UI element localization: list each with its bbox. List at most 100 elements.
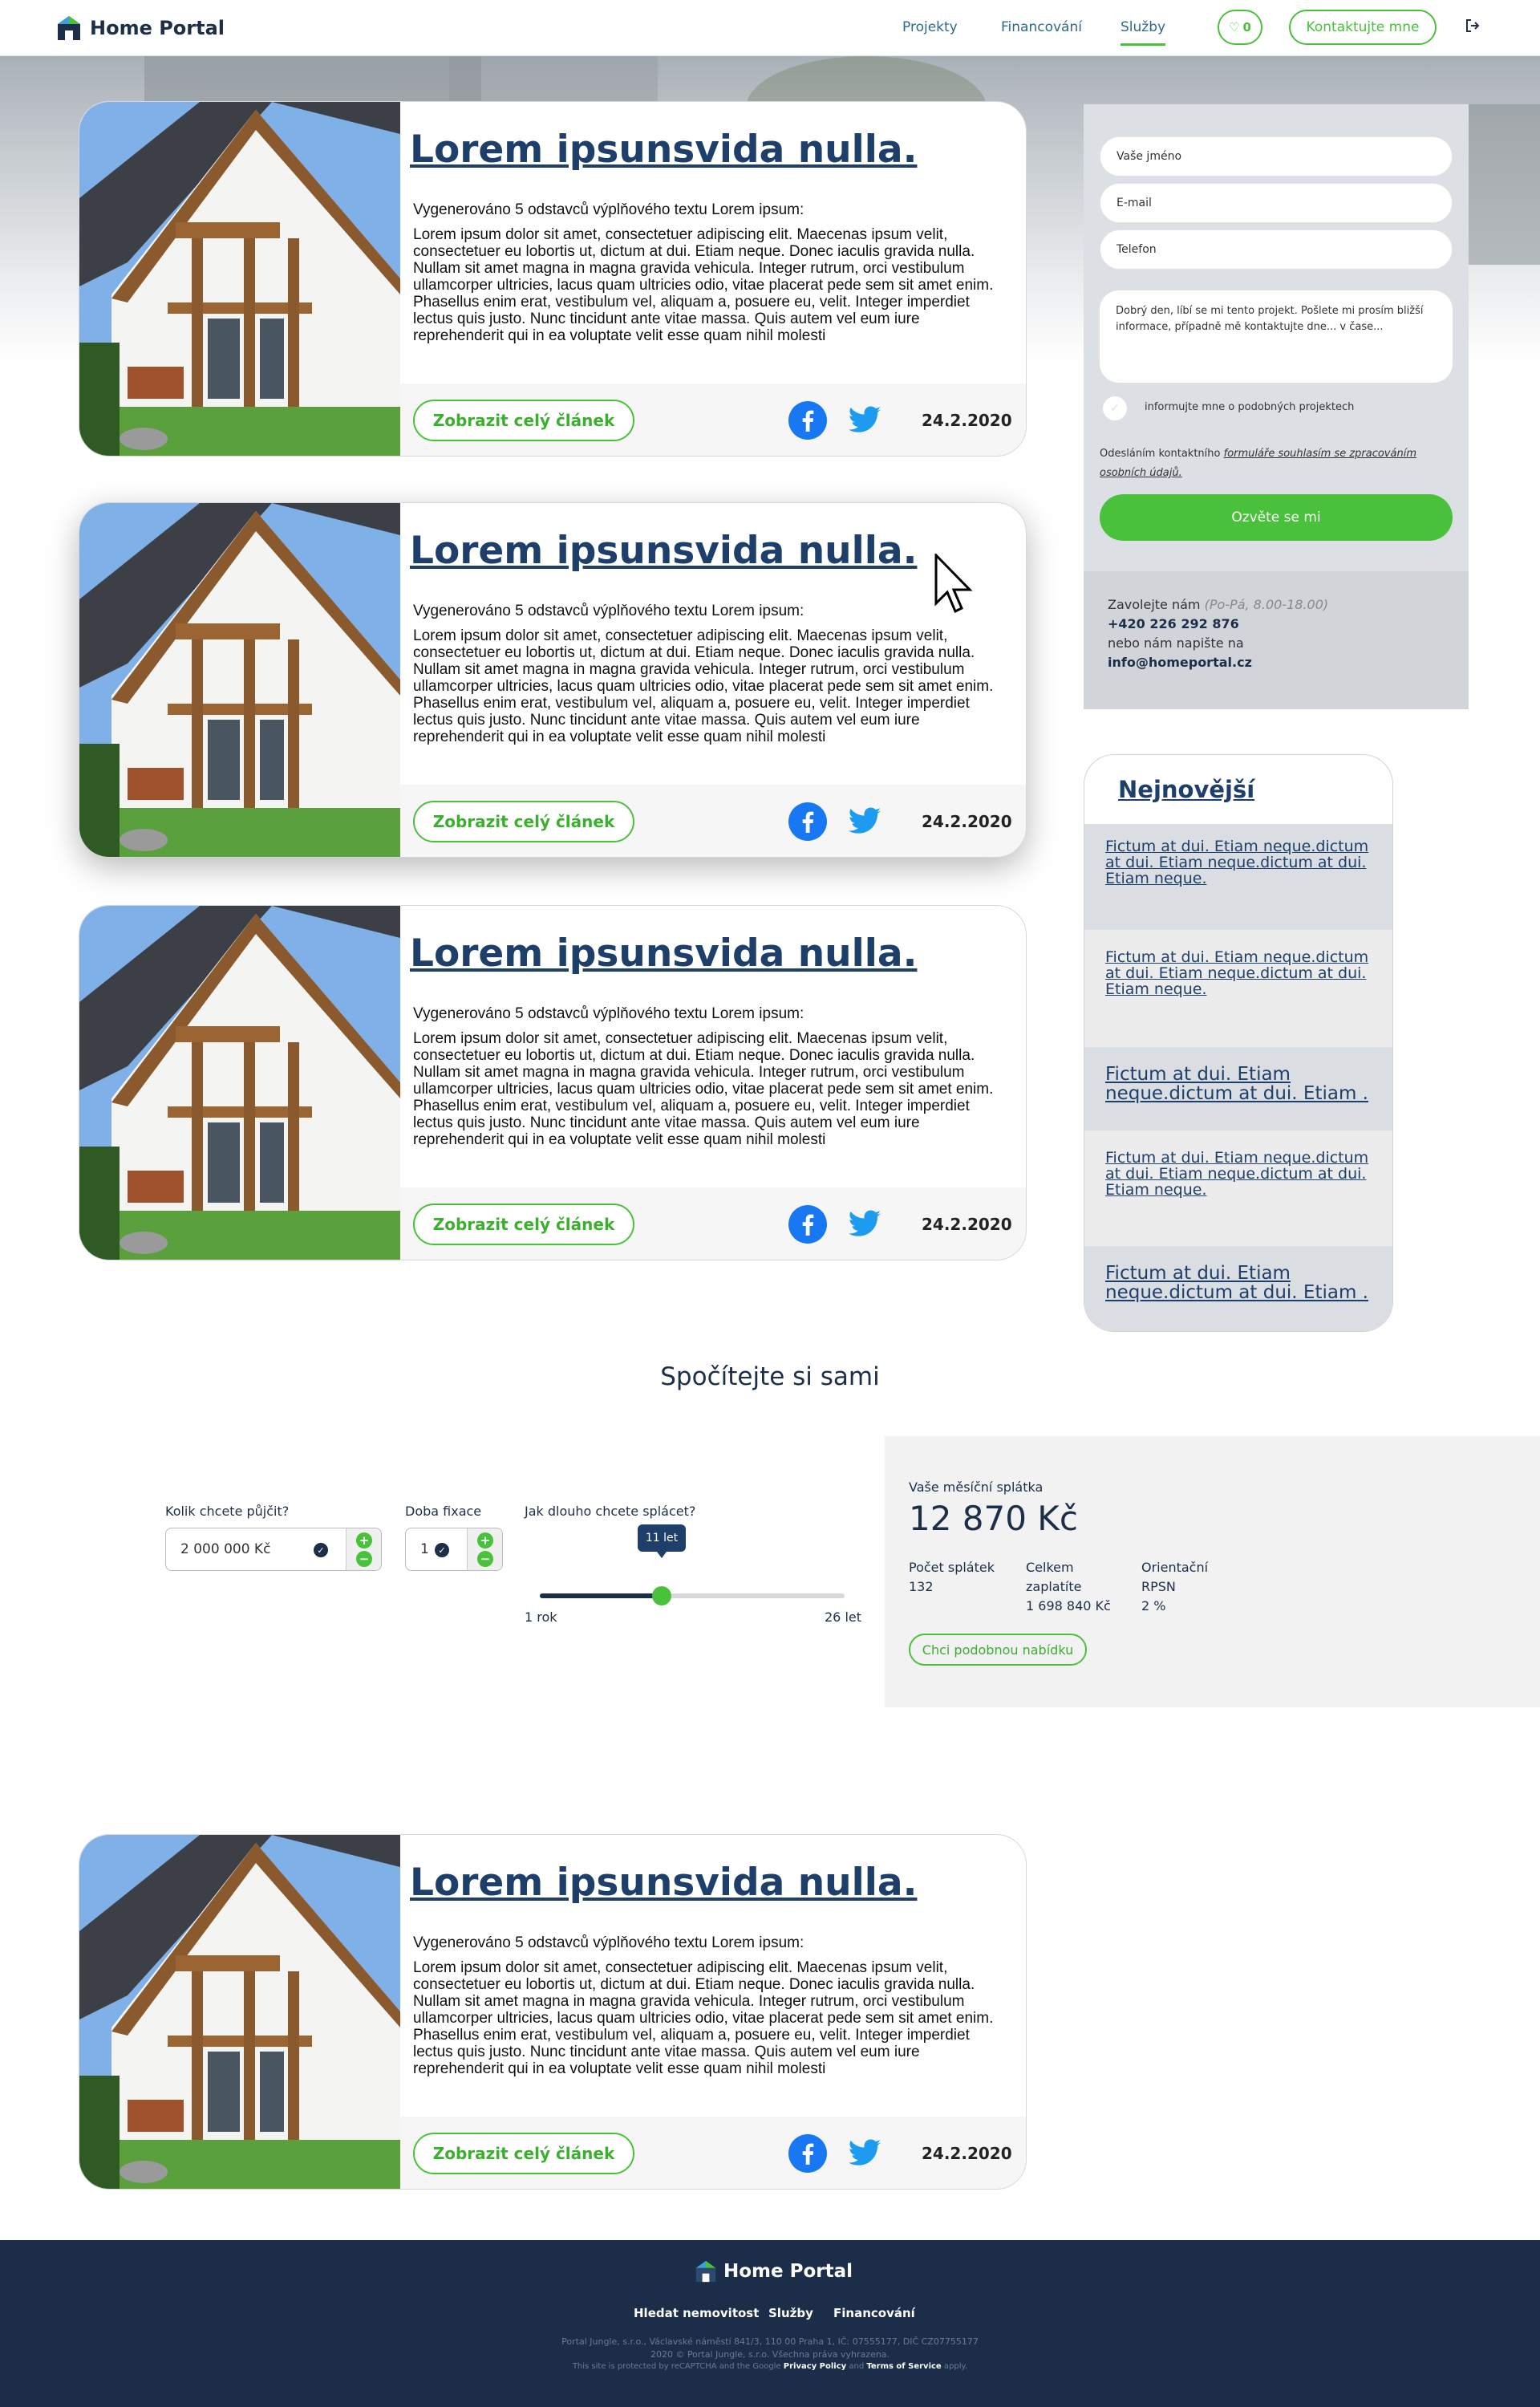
article-footer: Zobrazit celý článek 24.2.2020 — [400, 1187, 1026, 1260]
favorites-button[interactable]: ♡ 0 — [1218, 10, 1262, 45]
article-image[interactable] — [79, 503, 400, 857]
footer-logo-text: Home Portal — [723, 2261, 853, 2282]
article-body: Lorem ipsunsvida nulla. Vygenerováno 5 o… — [400, 1835, 1026, 2189]
newest-item[interactable]: Fictum at dui. Etiam neque.dictum at dui… — [1084, 930, 1392, 1047]
footer-copyright: 2020 © Portal Jungle, s.r.o. Všechna prá… — [650, 2349, 890, 2360]
nav-projekty[interactable]: Projekty — [902, 19, 958, 35]
facebook-icon[interactable] — [788, 802, 827, 841]
plus-icon[interactable]: + — [356, 1532, 372, 1549]
article-title[interactable]: Lorem ipsunsvida nulla. — [410, 932, 917, 976]
terms-link[interactable]: Terms of Service — [866, 2362, 941, 2371]
minus-icon[interactable]: − — [477, 1551, 493, 1567]
footer-logo[interactable]: Home Portal — [695, 2259, 853, 2283]
email-address[interactable]: info@homeportal.cz — [1108, 655, 1252, 670]
count-value: 132 — [909, 1579, 934, 1594]
article-title[interactable]: Lorem ipsunsvida nulla. — [410, 1861, 917, 1905]
submit-button[interactable]: Ozvěte se mi — [1100, 494, 1453, 541]
loan-amount-value: 2 000 000 Kč — [180, 1541, 271, 1557]
article-title[interactable]: Lorem ipsunsvida nulla. — [410, 128, 917, 172]
article-card[interactable]: Lorem ipsunsvida nulla. Vygenerováno 5 o… — [79, 905, 1027, 1260]
article-lead: Vygenerováno 5 odstavců výplňového textu… — [413, 1934, 804, 1951]
consent-prefix: Odesláním kontaktního — [1100, 448, 1221, 460]
newest-item[interactable]: Fictum at dui. Etiam neque.dictum at dui… — [1084, 824, 1392, 930]
article-card[interactable]: Lorem ipsunsvida nulla. Vygenerováno 5 o… — [79, 1834, 1027, 2190]
article-card[interactable]: Lorem ipsunsvida nulla. Vygenerováno 5 o… — [79, 502, 1027, 858]
plus-icon[interactable]: + — [477, 1532, 493, 1549]
read-article-button[interactable]: Zobrazit celý článek — [413, 801, 634, 842]
minus-icon[interactable]: − — [356, 1551, 372, 1567]
term-min: 1 rok — [525, 1609, 557, 1625]
article-image[interactable] — [79, 1835, 400, 2189]
fixation-stepper: + − — [467, 1528, 502, 1570]
article-lead: Vygenerováno 5 odstavců výplňového textu… — [413, 1005, 804, 1022]
similar-projects-checkbox[interactable]: ✓ — [1103, 396, 1127, 420]
fixation-label: Doba fixace — [405, 1504, 482, 1519]
article-lead: Vygenerováno 5 odstavců výplňového textu… — [413, 603, 804, 619]
fixation-value: 1 — [420, 1541, 429, 1557]
footer-nav-financing[interactable]: Financování — [833, 2306, 915, 2320]
article-text: Lorem ipsum dolor sit amet, consectetuer… — [413, 1030, 994, 1148]
twitter-icon[interactable] — [846, 1207, 883, 1242]
newest-item[interactable]: Fictum at dui. Etiam neque.dictum at dui… — [1084, 1047, 1392, 1130]
rpsn-value: 2 % — [1141, 1598, 1166, 1613]
footer-recaptcha: This site is protected by reCAPTCHA and … — [0, 2362, 1540, 2371]
heart-icon: ♡ — [1229, 20, 1240, 35]
check-icon: ✓ — [314, 1543, 328, 1557]
contact-me-button[interactable]: Kontaktujte mne — [1289, 10, 1437, 45]
article-date: 24.2.2020 — [922, 812, 1012, 831]
offer-button[interactable]: Chci podobnou nabídku — [909, 1634, 1087, 1666]
article-text: Lorem ipsum dolor sit amet, consectetuer… — [413, 226, 994, 344]
privacy-policy-link[interactable]: Privacy Policy — [784, 2362, 846, 2371]
article-card[interactable]: Lorem ipsunsvida nulla. Vygenerováno 5 o… — [79, 101, 1027, 457]
logo-text: Home Portal — [90, 17, 225, 39]
phone-number[interactable]: +420 226 292 876 — [1108, 616, 1239, 631]
loan-label: Kolik chcete půjčit? — [165, 1504, 290, 1519]
nav-financovani[interactable]: Financování — [1001, 19, 1082, 35]
message-field[interactable]: Dobrý den, líbí se mi tento projekt. Poš… — [1100, 290, 1453, 383]
footer-company: Portal Jungle, s.r.o., Václavské náměstí… — [561, 2336, 979, 2347]
term-label: Jak dlouho chcete splácet? — [525, 1504, 696, 1519]
newest-title: Nejnovější — [1118, 776, 1255, 803]
house-photo — [79, 906, 400, 1260]
read-article-button[interactable]: Zobrazit celý článek — [413, 400, 634, 441]
twitter-icon[interactable] — [846, 2136, 883, 2171]
twitter-icon[interactable] — [846, 804, 883, 839]
loan-amount-input[interactable]: 2 000 000 Kč ✓ + − — [165, 1528, 382, 1571]
term-slider[interactable]: 11 let — [540, 1524, 845, 1605]
house-logo-icon — [695, 2260, 716, 2283]
article-text: Lorem ipsum dolor sit amet, consectetuer… — [413, 1959, 994, 2077]
logout-icon[interactable] — [1465, 18, 1481, 34]
nav-sluzby[interactable]: Služby — [1121, 19, 1166, 46]
count-label: Počet splátek — [909, 1560, 995, 1575]
newest-item[interactable]: Fictum at dui. Etiam neque.dictum at dui… — [1084, 1246, 1392, 1331]
article-title[interactable]: Lorem ipsunsvida nulla. — [410, 529, 917, 573]
name-field[interactable]: Vaše jméno — [1100, 136, 1453, 177]
recaptcha-text: This site is protected by reCAPTCHA and … — [572, 2362, 781, 2371]
article-image[interactable] — [79, 906, 400, 1260]
mouse-cursor-icon — [934, 554, 973, 614]
article-body: Lorem ipsunsvida nulla. Vygenerováno 5 o… — [400, 102, 1026, 456]
article-body: Lorem ipsunsvida nulla. Vygenerováno 5 o… — [400, 906, 1026, 1260]
fixation-input[interactable]: 1 ✓ + − — [405, 1528, 503, 1571]
twitter-icon[interactable] — [846, 403, 883, 438]
facebook-icon[interactable] — [788, 1205, 827, 1244]
site-header: Home Portal Projekty Financování Služby … — [0, 0, 1540, 56]
facebook-icon[interactable] — [788, 401, 827, 440]
newest-item[interactable]: Fictum at dui. Etiam neque.dictum at dui… — [1084, 1130, 1392, 1246]
term-slider-fill — [540, 1593, 662, 1598]
term-slider-handle[interactable] — [652, 1586, 671, 1605]
total-column: Celkem zaplatíte 1 698 840 Kč — [1026, 1558, 1111, 1616]
read-article-button[interactable]: Zobrazit celý článek — [413, 2133, 634, 2174]
footer-nav-search[interactable]: Hledat nemovitost — [634, 2306, 759, 2320]
article-footer: Zobrazit celý článek 24.2.2020 — [400, 785, 1026, 857]
favorites-count: 0 — [1242, 20, 1251, 35]
article-image[interactable] — [79, 102, 400, 456]
facebook-icon[interactable] — [788, 2134, 827, 2173]
email-field[interactable]: E-mail — [1100, 183, 1453, 223]
read-article-button[interactable]: Zobrazit celý článek — [413, 1204, 634, 1245]
article-footer: Zobrazit celý článek 24.2.2020 — [400, 2117, 1026, 2189]
phone-field[interactable]: Telefon — [1100, 229, 1453, 270]
term-tooltip: 11 let — [638, 1524, 686, 1558]
logo[interactable]: Home Portal — [56, 14, 225, 42]
footer-nav-services[interactable]: Služby — [768, 2306, 813, 2320]
